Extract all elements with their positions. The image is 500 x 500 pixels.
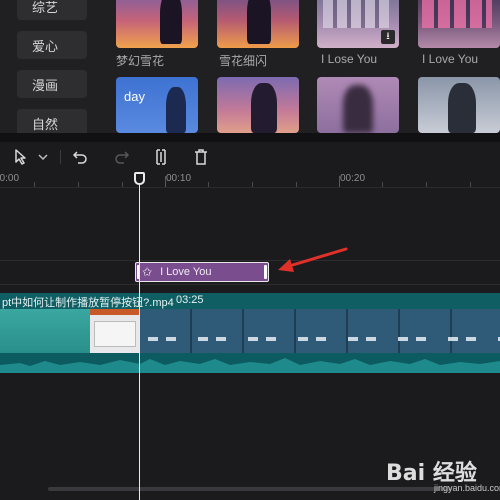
- track-divider: [0, 284, 500, 285]
- watermark-url: jingyan.baidu.com: [434, 483, 500, 493]
- category-list: 综艺 爱心 漫画 自然: [0, 0, 98, 137]
- video-frame-strip: [140, 309, 500, 353]
- ruler-tick: [339, 176, 340, 187]
- effect-thumbnail-day[interactable]: day: [116, 77, 198, 133]
- timeline-tracks: ✩ I Love You pt中如何让制作播放暂停按钮?.mp4 03:25: [0, 188, 500, 500]
- ruler-tick: [122, 182, 123, 187]
- ruler-tick: [78, 182, 79, 187]
- annotation-arrow: [278, 247, 348, 272]
- toolbar-divider: [60, 150, 61, 164]
- playhead-handle[interactable]: [134, 172, 145, 185]
- download-icon[interactable]: ⭳: [381, 30, 395, 44]
- timeline-ruler[interactable]: 00:00 00:10 00:20: [0, 172, 500, 188]
- effect-thumbnail-i-lose-you[interactable]: ⭳: [317, 0, 399, 48]
- watermark: Bai 经验 jingyan.baidu.com: [358, 455, 500, 495]
- ruler-tick: [470, 182, 471, 187]
- undo-icon[interactable]: [71, 148, 89, 166]
- ruler-tick: [208, 182, 209, 187]
- video-clip-duration: 03:25: [176, 294, 204, 306]
- effect-label: I Love You: [422, 52, 479, 66]
- redo-icon[interactable]: [113, 148, 131, 166]
- ruler-label: 00:00: [0, 173, 20, 184]
- effect-thumbnail-sparkle-portrait[interactable]: [217, 77, 299, 133]
- chevron-down-icon[interactable]: [34, 148, 52, 166]
- effect-label: 梦幻雪花: [116, 54, 165, 68]
- ruler-tick: [296, 182, 297, 187]
- effect-label: 雪花细闪: [219, 54, 268, 68]
- clip-trim-handle-right[interactable]: [264, 265, 267, 279]
- category-comic[interactable]: 漫画: [17, 70, 87, 98]
- video-frame: [90, 309, 140, 353]
- effect-clip-label: I Love You: [160, 266, 212, 278]
- video-frame: [0, 309, 90, 353]
- effect-clip[interactable]: ✩ I Love You: [135, 262, 269, 282]
- trash-icon[interactable]: [192, 148, 210, 166]
- playhead-line[interactable]: [139, 178, 140, 500]
- effect-thumbnail-blur[interactable]: [317, 77, 399, 133]
- effect-thumbnail-dreamy-snow[interactable]: [116, 0, 198, 48]
- audio-waveform: [0, 353, 500, 373]
- effect-label: I Lose You: [321, 52, 378, 66]
- panel-divider[interactable]: [0, 133, 500, 142]
- video-clip-header: pt中如何让制作播放暂停按钮?.mp4 03:25: [0, 293, 500, 309]
- ruler-tick: [426, 182, 427, 187]
- ruler-label: 00:10: [166, 173, 192, 184]
- track-divider: [0, 260, 500, 261]
- star-icon: ✩: [142, 265, 153, 279]
- split-icon[interactable]: [152, 148, 170, 166]
- cursor-arrow-icon[interactable]: [12, 148, 30, 166]
- ruler-label: 00:20: [340, 173, 366, 184]
- ruler-tick: [252, 182, 253, 187]
- effect-thumbnail-snow-sparkle[interactable]: [217, 0, 299, 48]
- ruler-tick: [34, 182, 35, 187]
- video-clip-title: pt中如何让制作播放暂停按钮?.mp4: [2, 297, 174, 309]
- effect-thumbnail-profile[interactable]: [418, 77, 500, 133]
- ruler-tick: [382, 182, 383, 187]
- video-clip[interactable]: pt中如何让制作播放暂停按钮?.mp4 03:25: [0, 293, 500, 373]
- effect-thumbnail-i-love-you[interactable]: [418, 0, 500, 48]
- category-variety[interactable]: 综艺: [17, 0, 87, 20]
- timeline-toolbar: [0, 142, 500, 172]
- category-love[interactable]: 爱心: [17, 31, 87, 59]
- ruler-tick: [165, 176, 166, 187]
- effects-panel: 综艺 爱心 漫画 自然 梦幻雪花 雪花细闪 ⭳ I Lose You I Lov…: [0, 0, 500, 137]
